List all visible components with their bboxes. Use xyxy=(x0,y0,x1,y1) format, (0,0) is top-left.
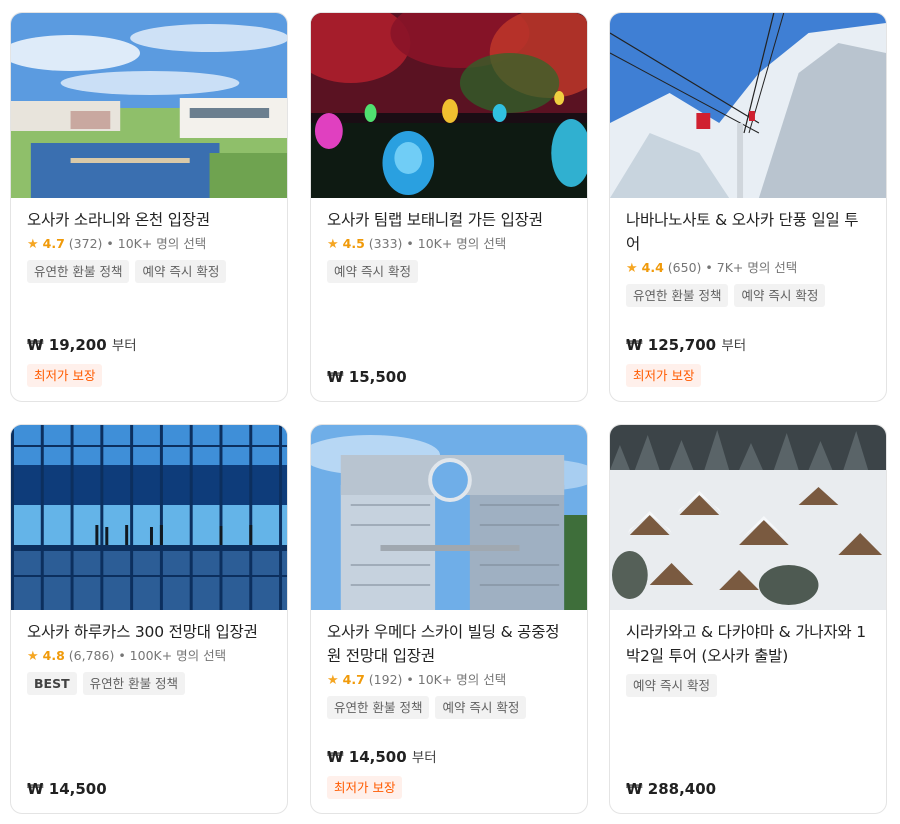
card-thumbnail[interactable] xyxy=(610,13,886,198)
tag-list: 예약 즉시 확정 xyxy=(327,260,571,283)
rating-line: ★ 4.5 (333) • 10K+ 명의 선택 xyxy=(327,235,571,254)
lowest-price-badge: 최저가 보장 xyxy=(626,364,702,387)
card-thumbnail[interactable] xyxy=(11,425,287,610)
tag: 유연한 환불 정책 xyxy=(82,672,186,695)
review-count: (650) xyxy=(667,260,702,275)
tag-list: 예약 즉시 확정 xyxy=(626,674,870,697)
tag: 예약 즉시 확정 xyxy=(135,260,227,283)
best-tag: BEST xyxy=(27,672,77,695)
review-count: (333) xyxy=(368,236,403,251)
price-block: ₩ 14,500 xyxy=(27,779,107,799)
rating-score: 4.7 xyxy=(42,236,65,251)
rating-line: ★ 4.7 (192) • 10K+ 명의 선택 xyxy=(327,671,571,690)
price: ₩ 15,500 xyxy=(327,367,407,387)
price-block: ₩ 125,700 부터 최저가 보장 xyxy=(626,335,746,387)
card-thumbnail[interactable] xyxy=(610,425,886,610)
review-count: (6,786) xyxy=(68,648,115,663)
rating-line: ★ 4.7 (372) • 10K+ 명의 선택 xyxy=(27,235,271,254)
rating-line: ★ 4.4 (650) • 7K+ 명의 선택 xyxy=(626,259,870,278)
price: ₩ 14,500 부터 xyxy=(327,747,437,768)
price-value: ₩ 125,700 xyxy=(626,336,717,354)
card-title[interactable]: 시라카와고 & 다카야마 & 가나자와 1박2일 투어 (오사카 출발) xyxy=(626,620,870,668)
booked-count: • 10K+ 명의 선택 xyxy=(406,236,507,251)
rating-line: ★ 4.8 (6,786) • 100K+ 명의 선택 xyxy=(27,647,271,666)
tag: 예약 즉시 확정 xyxy=(435,696,527,719)
tag: 예약 즉시 확정 xyxy=(327,260,418,283)
price-value: ₩ 14,500 xyxy=(27,780,107,798)
activity-card[interactable]: 오사카 소라니와 온천 입장권 ★ 4.7 (372) • 10K+ 명의 선택… xyxy=(10,12,288,402)
price-value: ₩ 15,500 xyxy=(327,368,407,386)
rating-score: 4.8 xyxy=(42,648,65,663)
card-title[interactable]: 오사카 우메다 스카이 빌딩 & 공중정원 전망대 입장권 xyxy=(327,620,571,668)
booked-count: • 100K+ 명의 선택 xyxy=(118,648,227,663)
card-title[interactable]: 오사카 소라니와 온천 입장권 xyxy=(27,208,271,232)
activity-card[interactable]: 나바나노사토 & 오사카 단풍 일일 투어 ★ 4.4 (650) • 7K+ … xyxy=(609,12,887,402)
tag: 유연한 환불 정책 xyxy=(27,260,130,283)
rating-score: 4.7 xyxy=(342,672,365,687)
card-thumbnail[interactable] xyxy=(11,13,287,198)
price-block: ₩ 15,500 xyxy=(327,367,407,387)
activity-card[interactable]: 시라카와고 & 다카야마 & 가나자와 1박2일 투어 (오사카 출발) 예약 … xyxy=(609,424,887,814)
price: ₩ 19,200 부터 xyxy=(27,335,137,356)
star-icon: ★ xyxy=(626,261,638,276)
booked-count: • 10K+ 명의 선택 xyxy=(406,672,507,687)
review-count: (372) xyxy=(68,236,103,251)
rating-score: 4.5 xyxy=(342,236,365,251)
booked-count: • 7K+ 명의 선택 xyxy=(705,260,798,275)
price-block: ₩ 14,500 부터 최저가 보장 xyxy=(327,747,437,799)
card-title[interactable]: 오사카 팀랩 보태니컬 가든 입장권 xyxy=(327,208,571,232)
tag: 예약 즉시 확정 xyxy=(626,674,717,697)
tag: 예약 즉시 확정 xyxy=(734,284,826,307)
price-block: ₩ 19,200 부터 최저가 보장 xyxy=(27,335,137,387)
price-value: ₩ 19,200 xyxy=(27,336,107,354)
price-value: ₩ 14,500 xyxy=(327,748,407,766)
price: ₩ 288,400 xyxy=(626,779,716,799)
tag-list: BEST 유연한 환불 정책 xyxy=(27,672,271,695)
tag-list: 유연한 환불 정책 예약 즉시 확정 xyxy=(327,696,571,719)
price: ₩ 125,700 부터 xyxy=(626,335,746,356)
star-icon: ★ xyxy=(27,649,39,664)
price: ₩ 14,500 xyxy=(27,779,107,799)
activity-card[interactable]: 오사카 우메다 스카이 빌딩 & 공중정원 전망대 입장권 ★ 4.7 (192… xyxy=(310,424,588,814)
booked-count: • 10K+ 명의 선택 xyxy=(106,236,207,251)
card-thumbnail[interactable] xyxy=(311,425,587,610)
tag: 유연한 환불 정책 xyxy=(626,284,729,307)
price-suffix: 부터 xyxy=(721,338,747,354)
tag: 유연한 환불 정책 xyxy=(327,696,430,719)
star-icon: ★ xyxy=(327,673,339,688)
lowest-price-badge: 최저가 보장 xyxy=(327,776,403,799)
card-thumbnail[interactable] xyxy=(311,13,587,198)
price-suffix: 부터 xyxy=(411,750,437,766)
card-title[interactable]: 오사카 하루카스 300 전망대 입장권 xyxy=(27,620,271,644)
activity-card[interactable]: 오사카 하루카스 300 전망대 입장권 ★ 4.8 (6,786) • 100… xyxy=(10,424,288,814)
rating-score: 4.4 xyxy=(641,260,664,275)
lowest-price-badge: 최저가 보장 xyxy=(27,364,103,387)
card-title[interactable]: 나바나노사토 & 오사카 단풍 일일 투어 xyxy=(626,208,870,256)
star-icon: ★ xyxy=(27,237,39,252)
activity-card[interactable]: 오사카 팀랩 보태니컬 가든 입장권 ★ 4.5 (333) • 10K+ 명의… xyxy=(310,12,588,402)
price-block: ₩ 288,400 xyxy=(626,779,716,799)
review-count: (192) xyxy=(368,672,403,687)
tag-list: 유연한 환불 정책 예약 즉시 확정 xyxy=(27,260,271,283)
activity-card-grid: 오사카 소라니와 온천 입장권 ★ 4.7 (372) • 10K+ 명의 선택… xyxy=(0,0,900,824)
star-icon: ★ xyxy=(327,237,339,252)
price-suffix: 부터 xyxy=(111,338,137,354)
tag-list: 유연한 환불 정책 예약 즉시 확정 xyxy=(626,284,870,307)
price-value: ₩ 288,400 xyxy=(626,780,717,798)
